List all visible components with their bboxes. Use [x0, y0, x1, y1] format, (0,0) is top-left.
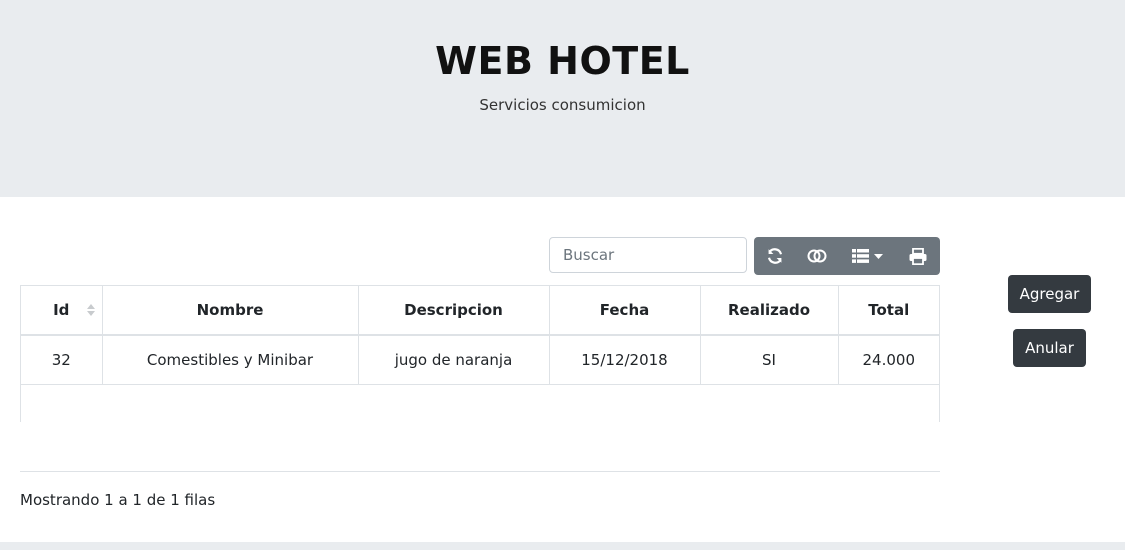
- toggle-view-button[interactable]: [796, 237, 838, 275]
- data-table: Id Nombre Descripcion Fecha Realizado To…: [21, 286, 939, 385]
- column-header-label: Realizado: [727, 301, 811, 319]
- column-header-fecha: Fecha: [549, 286, 701, 336]
- page-header: WEB HOTEL Servicios consumicion: [0, 0, 1125, 197]
- search-input[interactable]: [549, 237, 747, 273]
- column-header-realizado: Realizado: [700, 286, 839, 336]
- pagination-info: Mostrando 1 a 1 de 1 filas: [20, 491, 216, 509]
- footer-strip: [0, 542, 1125, 550]
- print-icon: [909, 247, 927, 265]
- caret-down-icon: [873, 253, 883, 259]
- column-header-label: Nombre: [196, 301, 264, 319]
- cell-nombre: Comestibles y Minibar: [102, 335, 359, 385]
- column-header-label: Fecha: [599, 301, 650, 319]
- column-header-label: Id: [53, 301, 70, 319]
- refresh-icon: [766, 247, 784, 265]
- data-table-container: Id Nombre Descripcion Fecha Realizado To…: [20, 285, 940, 422]
- table-header-row: Id Nombre Descripcion Fecha Realizado To…: [21, 286, 939, 336]
- print-button[interactable]: [896, 237, 940, 275]
- cell-fecha: 15/12/2018: [549, 335, 701, 385]
- add-button[interactable]: Agregar: [1008, 275, 1091, 313]
- cell-descripcion: jugo de naranja: [358, 335, 550, 385]
- table-toolbar: [754, 237, 940, 275]
- column-header-descripcion: Descripcion: [358, 286, 550, 336]
- cell-id: 32: [21, 335, 103, 385]
- column-header-label: Descripcion: [404, 301, 503, 319]
- page-subtitle: Servicios consumicion: [479, 96, 646, 114]
- cell-total: 24.000: [838, 335, 939, 385]
- cancel-button[interactable]: Anular: [1013, 329, 1086, 367]
- toggle-icon: [807, 249, 827, 263]
- sort-icon: [86, 304, 95, 316]
- table-row[interactable]: 32 Comestibles y Minibar jugo de naranja…: [21, 335, 939, 385]
- refresh-button[interactable]: [754, 237, 796, 275]
- columns-icon: [851, 249, 869, 263]
- cell-realizado: SI: [700, 335, 839, 385]
- column-header-id[interactable]: Id: [21, 286, 103, 336]
- column-header-label: Total: [868, 301, 910, 319]
- column-header-nombre: Nombre: [102, 286, 359, 336]
- page-title: WEB HOTEL: [435, 39, 690, 83]
- columns-button[interactable]: [838, 237, 896, 275]
- column-header-total: Total: [838, 286, 939, 336]
- table-footer-divider: [20, 471, 940, 472]
